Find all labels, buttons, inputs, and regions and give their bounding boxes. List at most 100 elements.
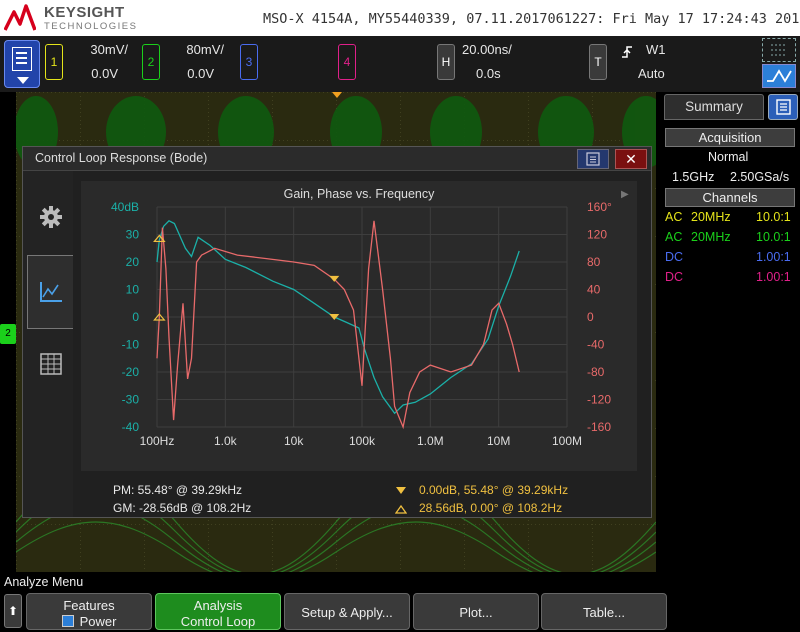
horizontal-button[interactable]: H	[437, 44, 455, 80]
softkey-table-label: Table...	[583, 605, 625, 620]
ch2-probe: 10.0:1	[756, 230, 791, 244]
ch1-probe: 10.0:1	[756, 210, 791, 224]
y-right-tick-label: 80	[587, 255, 601, 269]
softkey-features-sub: Power	[79, 614, 117, 629]
y-left-tick-label: 20	[126, 255, 140, 269]
x-tick-label: 1.0M	[417, 434, 444, 448]
dialog-menu-button[interactable]	[577, 149, 609, 169]
y-left-tick-label: -20	[122, 365, 140, 379]
list-icon	[586, 152, 600, 166]
y-left-tick-label: -40	[122, 420, 140, 434]
brand-name: KEYSIGHT	[44, 4, 125, 21]
x-tick-label: 1.0k	[214, 434, 238, 448]
summary-menu-button[interactable]	[768, 94, 798, 120]
softkey-analysis-label: Analysis	[193, 598, 243, 613]
softkey-analysis[interactable]: Analysis Control Loop	[155, 593, 281, 630]
trigger-position-marker[interactable]	[332, 92, 342, 98]
tab-plot[interactable]	[27, 255, 73, 329]
y-right-tick-label: 160°	[587, 200, 612, 214]
channel-2-offset[interactable]: 0.0V	[168, 66, 214, 81]
channel-1-scale[interactable]: 30mV/	[72, 42, 128, 57]
trigger-edge-icon	[622, 46, 632, 58]
chart-icon	[40, 282, 62, 302]
channels-header: Channels	[665, 188, 795, 207]
y-right-tick-label: 0	[587, 310, 594, 324]
chevron-down-icon	[17, 77, 29, 84]
summary-tab[interactable]: Summary	[664, 94, 764, 120]
y-left-tick-label: 40dB	[111, 200, 139, 214]
table-icon	[40, 353, 62, 375]
softkey-features-label: Features	[63, 598, 115, 613]
bode-chart-svg: 100Hz 1.0k 10k 100k 1.0M 10M 100M 40dB 30 20 10 0 -1…	[111, 200, 612, 448]
main-menu-button[interactable]	[4, 40, 40, 88]
menu-icon	[12, 47, 32, 71]
y-right-tick-label: -40	[587, 338, 605, 352]
trigger-source[interactable]: W1	[646, 42, 672, 57]
keysight-logo-icon	[4, 4, 36, 31]
y-left-tick-label: -10	[122, 338, 140, 352]
dialog-side-tabs	[23, 171, 73, 517]
header-bar: KEYSIGHT TECHNOLOGIES MSO-X 4154A, MY554…	[0, 0, 800, 36]
ch4-probe: 1.00:1	[756, 270, 791, 284]
channel-3-button[interactable]: 3	[240, 44, 258, 80]
channel-4-button[interactable]: 4	[338, 44, 356, 80]
softkey-plot[interactable]: Plot...	[413, 593, 539, 630]
channel-2-ground-marker[interactable]: 2	[0, 324, 16, 344]
y-right-tick-label: -160	[587, 420, 611, 434]
ch4-coupling: DC	[665, 270, 684, 284]
acquisition-bandwidth: 1.5GHz	[672, 170, 715, 184]
channel-1-offset[interactable]: 0.0V	[72, 66, 118, 81]
dialog-title-bar[interactable]: Control Loop Response (Bode) ✕	[23, 147, 651, 171]
instrument-info: MSO-X 4154A, MY55440339, 07.11.201706122…	[263, 11, 800, 27]
waveform-icon	[767, 69, 792, 83]
zoom-grid-button[interactable]	[762, 38, 796, 62]
softkey-table[interactable]: Table...	[541, 593, 667, 630]
gear-icon	[40, 206, 62, 228]
checkbox-icon	[61, 615, 74, 627]
brand-sub: TECHNOLOGIES	[44, 21, 138, 32]
ch1-bw: 20MHz	[691, 210, 731, 224]
analyze-menu-label: Analyze Menu	[4, 575, 84, 589]
acquisition-sample-rate: 2.50GSa/s	[730, 170, 790, 184]
bode-plot[interactable]: Gain, Phase vs. Frequency ▶ 100Hz 1.0k 10k…	[81, 181, 637, 471]
tab-table[interactable]	[27, 331, 73, 405]
phase-series-line	[156, 220, 520, 430]
phase-margin-readout: PM: 55.48° @ 39.29kHz	[113, 483, 243, 497]
list-icon	[776, 99, 791, 115]
channel-2-scale[interactable]: 80mV/	[168, 42, 224, 57]
tab-settings[interactable]	[27, 181, 73, 255]
softkey-analysis-value: Control Loop	[180, 614, 256, 629]
timebase-position[interactable]: 0.0s	[476, 66, 516, 81]
marker-2-readout: 28.56dB, 0.00° @ 108.2Hz	[419, 501, 563, 515]
softkey-setup-apply-label: Setup & Apply...	[301, 605, 393, 620]
summary-panel: Summary Acquisition Normal 1.5GHz 2.50GS…	[660, 92, 800, 572]
dialog-close-button[interactable]: ✕	[615, 149, 647, 169]
y-left-tick-label: 30	[126, 228, 140, 242]
x-tick-label: 10M	[487, 434, 510, 448]
y-right-tick-label: -120	[587, 393, 611, 407]
gain-margin-readout: GM: -28.56dB @ 108.2Hz	[113, 501, 252, 515]
ch1-coupling: AC	[665, 210, 683, 224]
trigger-button[interactable]: T	[589, 44, 607, 80]
softkey-up-button[interactable]: ⬆	[4, 594, 22, 628]
marker-down-icon	[396, 487, 406, 494]
auto-scale-button[interactable]	[762, 64, 796, 88]
softkey-features[interactable]: Features Power	[26, 593, 152, 630]
bode-dialog: Control Loop Response (Bode) ✕ Gain, Pha…	[22, 146, 652, 518]
marker-1-readout: 0.00dB, 55.48° @ 39.29kHz	[419, 483, 569, 497]
ch3-coupling: DC	[665, 250, 684, 264]
softkey-setup-apply[interactable]: Setup & Apply...	[284, 593, 410, 630]
softkey-plot-label: Plot...	[459, 605, 493, 620]
y-right-tick-label: 40	[587, 283, 601, 297]
acquisition-header: Acquisition	[665, 128, 795, 147]
timebase-scale[interactable]: 20.00ns/	[462, 42, 518, 57]
acquisition-mode: Normal	[708, 150, 749, 164]
channel-1-button[interactable]: 1	[45, 44, 63, 80]
marker-up-icon	[395, 504, 407, 514]
trigger-mode[interactable]: Auto	[638, 66, 672, 81]
ch2-bw: 20MHz	[691, 230, 731, 244]
y-left-tick-label: 10	[126, 283, 140, 297]
keysight-logo: KEYSIGHT TECHNOLOGIES	[4, 2, 136, 34]
y-right-tick-label: -80	[587, 365, 605, 379]
channel-2-button[interactable]: 2	[142, 44, 160, 80]
